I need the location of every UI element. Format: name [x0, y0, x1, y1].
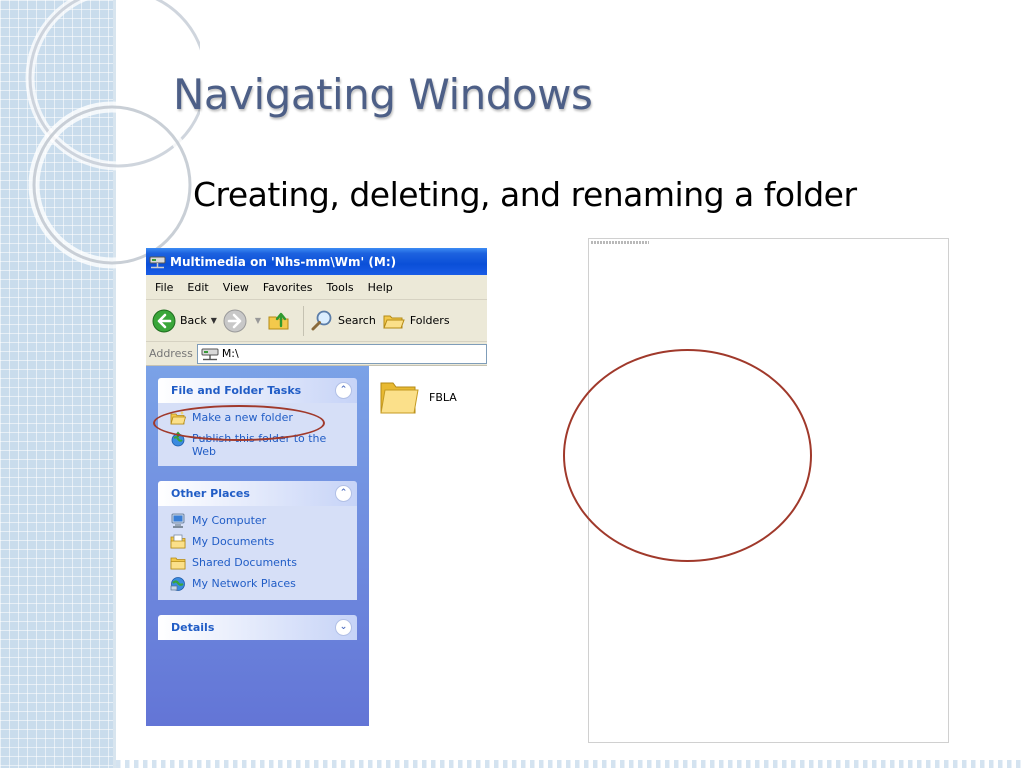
other-places-title: Other Places	[171, 487, 250, 500]
details-title: Details	[171, 621, 215, 634]
window-title: Multimedia on 'Nhs-mm\Wm' (M:)	[170, 254, 397, 269]
up-folder-button[interactable]	[267, 309, 295, 333]
highlight-oval-large	[563, 349, 812, 562]
menu-edit[interactable]: Edit	[180, 281, 215, 294]
shared-documents-label: Shared Documents	[192, 556, 297, 569]
up-folder-icon	[268, 312, 289, 329]
search-icon	[311, 310, 332, 330]
collapse-up-icon[interactable]: ⌃	[335, 382, 352, 399]
my-computer-icon	[171, 513, 185, 528]
address-bar: Address M:\	[146, 342, 487, 366]
address-label: Address	[149, 347, 193, 360]
toolbar-separator	[303, 305, 305, 336]
other-places-header[interactable]: Other Places ⌃	[158, 481, 357, 506]
slide-bottom-pattern	[116, 760, 1024, 768]
address-input[interactable]: M:\	[196, 343, 487, 364]
explorer-window: Multimedia on 'Nhs-mm\Wm' (M:) File Edit…	[146, 248, 487, 726]
file-item-fbla[interactable]: FBLA	[379, 378, 457, 416]
menu-file[interactable]: File	[148, 281, 180, 294]
shared-documents-link[interactable]: Shared Documents	[170, 556, 349, 571]
my-documents-icon	[170, 534, 186, 549]
details-header[interactable]: Details ⌄	[158, 615, 357, 640]
forward-dropdown-icon[interactable]: ▼	[255, 316, 261, 325]
file-list-area[interactable]: FBLA	[369, 366, 487, 726]
expand-down-icon[interactable]: ⌄	[335, 619, 352, 636]
forward-arrow-icon	[223, 309, 247, 332]
file-folder-tasks-title: File and Folder Tasks	[171, 384, 302, 397]
search-button[interactable]: Search	[310, 309, 376, 333]
window-title-bar[interactable]: Multimedia on 'Nhs-mm\Wm' (M:)	[146, 248, 487, 275]
other-places-list: My Computer My Documents Shared Document…	[158, 506, 357, 600]
menu-bar: File Edit View Favorites Tools Help	[146, 275, 487, 300]
my-documents-label: My Documents	[192, 535, 275, 548]
forward-button[interactable]: ▼	[223, 309, 261, 333]
menu-favorites[interactable]: Favorites	[256, 281, 320, 294]
my-documents-link[interactable]: My Documents	[170, 534, 349, 550]
toolbar: Back ▼ ▼ Search Folders	[146, 300, 487, 342]
highlight-oval	[153, 405, 325, 441]
slide-title: Navigating Windows	[173, 70, 593, 119]
back-dropdown-icon[interactable]: ▼	[211, 316, 217, 325]
address-value: M:\	[221, 347, 239, 360]
network-places-icon	[170, 577, 185, 591]
my-computer-link[interactable]: My Computer	[170, 513, 349, 529]
search-label: Search	[338, 314, 376, 327]
folders-icon	[383, 315, 405, 328]
my-network-places-label: My Network Places	[192, 577, 296, 590]
network-drive-icon	[149, 256, 166, 268]
shared-folder-icon	[170, 557, 186, 570]
menu-help[interactable]: Help	[361, 281, 400, 294]
network-drive-icon	[201, 348, 219, 360]
tiny-header-text	[591, 241, 649, 244]
file-item-label: FBLA	[429, 390, 457, 404]
folders-label: Folders	[409, 314, 450, 327]
folders-button[interactable]: Folders	[382, 309, 450, 333]
file-folder-tasks-header[interactable]: File and Folder Tasks ⌃	[158, 378, 357, 403]
back-label: Back	[180, 314, 207, 327]
collapse-up-icon[interactable]: ⌃	[335, 485, 352, 502]
back-button[interactable]: Back ▼	[152, 309, 217, 333]
slide-subtitle: Creating, deleting, and renaming a folde…	[193, 175, 857, 214]
back-arrow-icon	[152, 309, 176, 332]
my-computer-label: My Computer	[192, 514, 267, 527]
other-places-panel: Other Places ⌃ My Computer My Documents …	[158, 481, 357, 600]
menu-tools[interactable]: Tools	[320, 281, 361, 294]
menu-view[interactable]: View	[216, 281, 256, 294]
my-network-places-link[interactable]: My Network Places	[170, 577, 349, 592]
folder-icon	[380, 382, 419, 414]
details-panel: Details ⌄	[158, 615, 357, 640]
